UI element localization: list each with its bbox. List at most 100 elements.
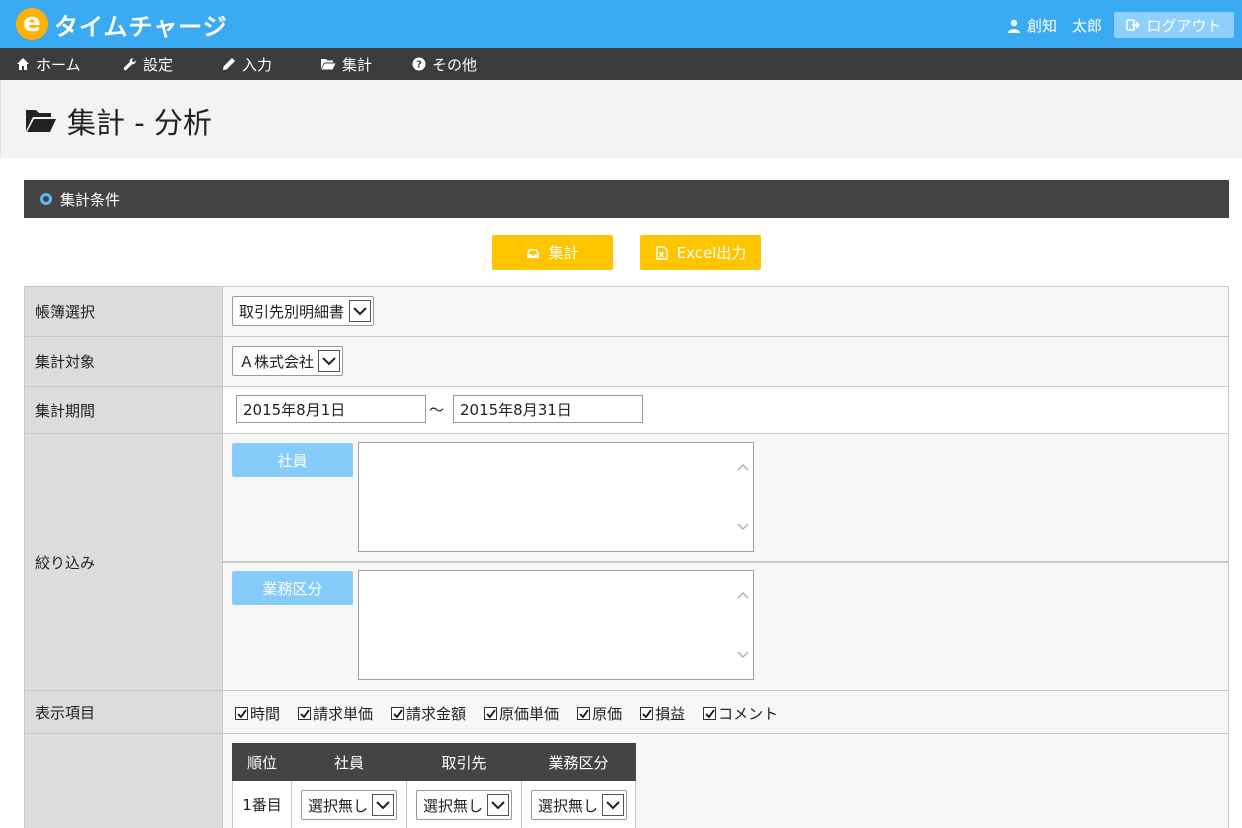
nav-item-aggregate[interactable]: 集計 — [320, 48, 372, 80]
table-row: 1番目 選択無し 選択無し 選択無し — [232, 780, 636, 828]
employee-filter-button[interactable]: 社員 — [232, 443, 353, 477]
checkbox-checked-icon — [484, 707, 498, 720]
folder-open-icon — [26, 110, 56, 132]
rank-cell: 1番目 — [232, 780, 292, 828]
logo-text: タイムチャージ — [54, 12, 228, 41]
sort-order-table: 順位 社員 取引先 業務区分 1番目 選択無し 選択無し 選択無し — [232, 743, 636, 828]
excel-export-button[interactable]: Excel出力 — [640, 235, 761, 270]
filter-row: 絞り込み 社員 業務区分 — [24, 434, 1229, 691]
nav-item-settings[interactable]: 設定 — [123, 48, 173, 80]
logo-e-mark: e — [16, 8, 48, 40]
top-bar: e タイムチャージ 創知 太郎 ログアウト — [0, 0, 1242, 48]
filter-divider — [223, 561, 1228, 563]
category-filter-button[interactable]: 業務区分 — [232, 571, 353, 605]
sort-employee-select[interactable]: 選択無し — [301, 790, 397, 820]
employee-listbox[interactable] — [358, 442, 754, 552]
target-select[interactable]: Ａ株式会社 — [232, 346, 343, 376]
ledger-value-cell: 取引先別明細書 — [223, 287, 1228, 336]
ledger-label: 帳簿選択 — [25, 287, 223, 336]
display-item-label: 原価単価 — [499, 705, 560, 723]
category-listbox[interactable] — [358, 570, 754, 680]
display-item-cost[interactable]: 原価 — [577, 703, 622, 724]
period-value-cell: 2015年8月1日 ～ 2015年8月31日 — [223, 387, 1228, 433]
display-items-label: 表示項目 — [25, 691, 223, 733]
select-value: 選択無し — [423, 796, 484, 815]
wrench-icon — [123, 58, 136, 71]
display-item-label: 損益 — [655, 705, 686, 723]
filter-label: 絞り込み — [25, 434, 223, 690]
display-items-list: 時間 請求単価 請求金額 原価単価 原価 損益 コメント — [235, 703, 796, 724]
nav-label: 設定 — [143, 55, 174, 74]
checkbox-checked-icon — [703, 707, 717, 720]
chevron-down-icon — [487, 794, 509, 816]
svg-text:?: ? — [416, 60, 422, 71]
nav-label: ホーム — [36, 55, 81, 74]
aggregate-label: 集計 — [548, 244, 579, 262]
header-client: 取引先 — [406, 743, 522, 781]
checkbox-checked-icon — [298, 707, 312, 720]
period-to-input[interactable]: 2015年8月31日 — [453, 395, 643, 423]
app-logo[interactable]: e タイムチャージ — [16, 7, 228, 41]
filter-value-cell: 社員 業務区分 — [223, 434, 1228, 690]
target-value-cell: Ａ株式会社 — [223, 337, 1228, 386]
display-item-label: 請求単価 — [313, 705, 374, 723]
sort-client-select[interactable]: 選択無し — [416, 790, 512, 820]
target-select-value: Ａ株式会社 — [239, 352, 315, 371]
nav-item-input[interactable]: 入力 — [222, 48, 272, 80]
display-item-label: 請求金額 — [406, 705, 467, 723]
nav-label: その他 — [432, 55, 478, 74]
user-name: 創知 太郎 — [1026, 17, 1102, 35]
display-item-cost-rate[interactable]: 原価単価 — [484, 703, 559, 724]
section-heading: 集計条件 — [24, 180, 1229, 218]
chevron-up-icon — [737, 592, 749, 599]
display-item-comment[interactable]: コメント — [703, 703, 778, 724]
logout-label: ログアウト — [1146, 16, 1222, 35]
sort-category-select[interactable]: 選択無し — [531, 790, 627, 820]
chevron-down-icon — [602, 794, 624, 816]
inbox-icon — [527, 248, 540, 258]
ledger-select-value: 取引先別明細書 — [239, 302, 345, 321]
checkbox-checked-icon — [235, 707, 248, 720]
display-item-billing-amount[interactable]: 請求金額 — [391, 703, 466, 724]
display-items-cell: 時間 請求単価 請求金額 原価単価 原価 損益 コメント — [223, 691, 1228, 733]
excel-label: Excel出力 — [676, 244, 747, 262]
file-excel-icon — [655, 245, 668, 260]
main-nav: ホーム 設定 入力 集計 ? その他 — [0, 48, 1242, 80]
nav-label: 入力 — [242, 55, 273, 74]
select-value: 選択無し — [538, 796, 599, 815]
chevron-up-icon — [737, 464, 749, 471]
display-item-label: 時間 — [250, 705, 281, 723]
ledger-row: 帳簿選択 取引先別明細書 — [24, 286, 1229, 337]
listbox-scrollbar[interactable] — [733, 443, 753, 551]
header-employee: 社員 — [291, 743, 407, 781]
target-row: 集計対象 Ａ株式会社 — [24, 337, 1229, 387]
period-from-input[interactable]: 2015年8月1日 — [236, 395, 426, 423]
header-category: 業務区分 — [521, 743, 636, 781]
sort-table-header: 順位 社員 取引先 業務区分 — [232, 743, 636, 781]
display-item-profit[interactable]: 損益 — [640, 703, 685, 724]
display-item-billing-rate[interactable]: 請求単価 — [298, 703, 373, 724]
listbox-scrollbar[interactable] — [733, 571, 753, 679]
pencil-icon — [223, 58, 235, 70]
display-items-row: 表示項目 時間 請求単価 請求金額 原価単価 原価 損益 コメント — [24, 691, 1229, 734]
page-title: 集計 - 分析 — [25, 100, 212, 142]
sign-out-icon — [1126, 19, 1141, 31]
target-label: 集計対象 — [25, 337, 223, 386]
period-separator: ～ — [429, 401, 445, 419]
user-icon — [1007, 19, 1020, 33]
page-title-text: 集計 - 分析 — [67, 106, 212, 140]
logout-button[interactable]: ログアウト — [1114, 12, 1234, 38]
user-info: 創知 太郎 — [1007, 15, 1102, 36]
nav-item-other[interactable]: ? その他 — [412, 48, 477, 80]
chevron-down-icon — [349, 300, 371, 322]
ledger-select[interactable]: 取引先別明細書 — [232, 296, 374, 326]
period-label: 集計期間 — [25, 387, 223, 433]
chevron-down-icon — [737, 523, 749, 530]
select-value: 選択無し — [308, 796, 369, 815]
aggregate-button[interactable]: 集計 — [492, 235, 613, 270]
display-item-time[interactable]: 時間 — [235, 703, 280, 724]
category-cell: 選択無し — [521, 780, 636, 828]
nav-item-home[interactable]: ホーム — [16, 48, 81, 80]
period-row: 集計期間 2015年8月1日 ～ 2015年8月31日 — [24, 387, 1229, 434]
employee-cell: 選択無し — [291, 780, 407, 828]
